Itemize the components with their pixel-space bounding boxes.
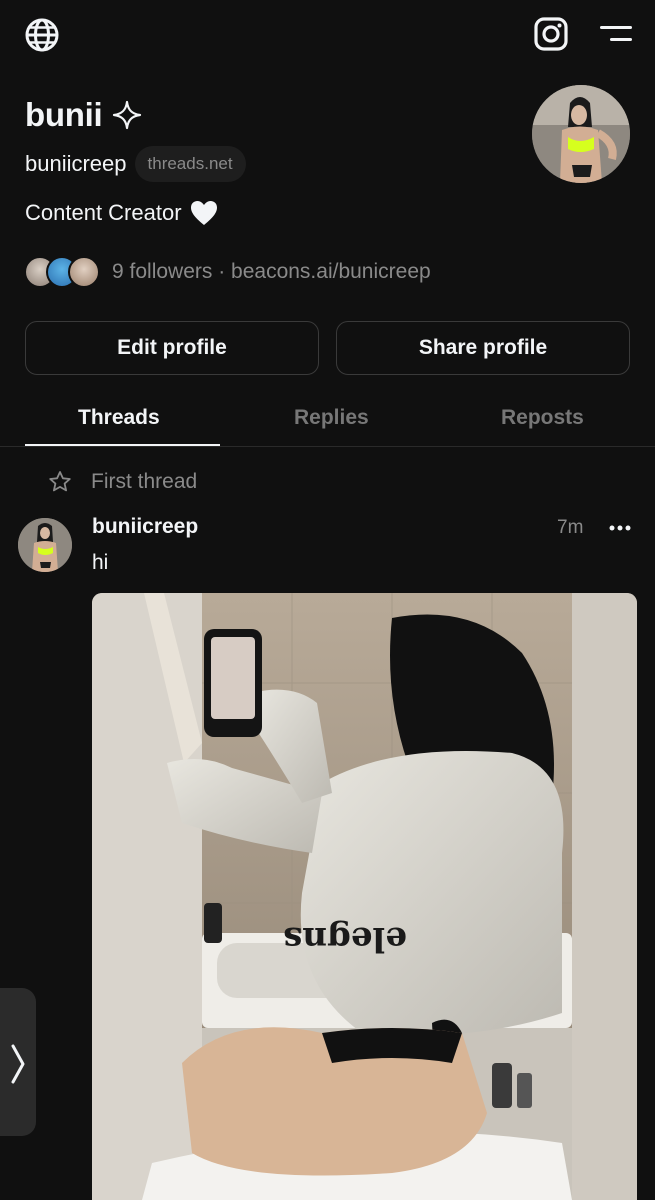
profile-bio: Content Creator (25, 200, 218, 226)
profile-name: bunii (25, 96, 103, 133)
handle-row: buniicreep threads.net (25, 146, 246, 182)
active-tab-indicator (25, 444, 220, 446)
share-profile-button[interactable]: Share profile (336, 321, 630, 375)
heart-icon (190, 201, 217, 225)
tab-reposts[interactable]: Reposts (501, 406, 584, 430)
pinned-text: First thread (91, 470, 198, 493)
domain-pill[interactable]: threads.net (134, 146, 246, 182)
instagram-icon[interactable] (533, 16, 569, 52)
top-bar (0, 0, 655, 70)
post-image[interactable]: elegns (92, 593, 637, 1200)
post-username[interactable]: buniicreep (92, 515, 198, 539)
sparkle-icon (113, 100, 142, 130)
side-drawer-handle[interactable] (0, 988, 36, 1136)
follower-avatar (68, 256, 100, 288)
svg-text:elegns: elegns (283, 919, 407, 959)
pinned-label: First thread (48, 470, 197, 494)
profile-handle: buniicreep (25, 151, 127, 176)
edit-profile-button[interactable]: Edit profile (25, 321, 319, 375)
bio-text: Content Creator (25, 200, 182, 225)
post-author-avatar[interactable] (18, 518, 72, 572)
tab-replies[interactable]: Replies (294, 406, 369, 430)
post-timestamp: 7m (557, 517, 584, 538)
profile-avatar[interactable] (532, 85, 630, 183)
post-text: hi (92, 551, 109, 574)
profile-tabs: Threads Replies Reposts (0, 400, 655, 447)
profile-name-row: bunii (25, 96, 142, 134)
star-icon (49, 471, 71, 492)
globe-icon[interactable] (24, 17, 60, 53)
more-icon[interactable] (608, 518, 632, 538)
chevron-right-icon (11, 1044, 25, 1084)
followers-row[interactable]: 9 followers · beacons.ai/bunicreep (24, 256, 431, 288)
menu-icon[interactable] (598, 23, 632, 47)
tab-threads[interactable]: Threads (78, 406, 160, 430)
followers-link[interactable]: 9 followers · beacons.ai/bunicreep (112, 260, 431, 284)
